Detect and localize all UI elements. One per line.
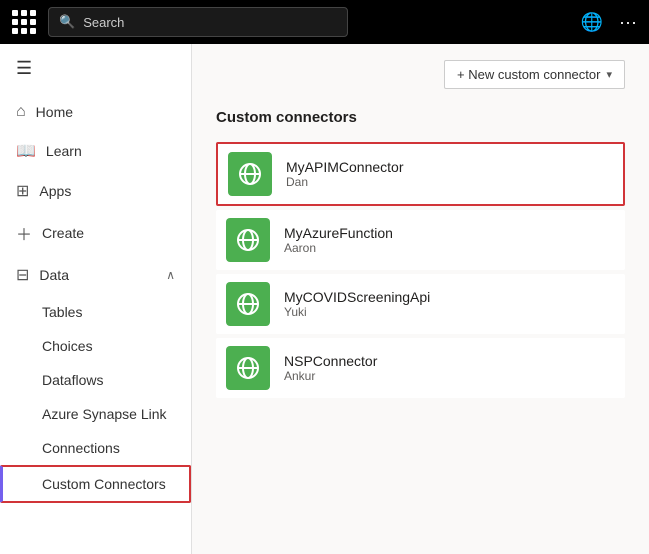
sidebar-item-learn-label: Learn [46,143,82,159]
sidebar-item-create[interactable]: ＋ Create [0,211,191,255]
tables-label: Tables [42,304,82,320]
nsp-connector-name: NSPConnector [284,353,377,369]
new-connector-chevron-icon: ▾ [606,68,612,81]
sidebar-sub-item-choices[interactable]: Choices [0,329,191,363]
globe-icon[interactable]: 🌐 [581,12,603,33]
sidebar-item-home[interactable]: ⌂ Home [0,93,191,131]
myapim-connector-name: MyAPIMConnector [286,159,403,175]
data-chevron-icon: ∧ [166,268,175,282]
connector-item-mycovid[interactable]: MyCOVIDScreeningApi Yuki [216,274,625,334]
mycovid-connector-author: Yuki [284,305,430,319]
mycovid-connector-info: MyCOVIDScreeningApi Yuki [284,289,430,319]
apps-icon: ⊞ [16,181,29,201]
topbar-right: 🌐 ··· [581,12,637,33]
choices-label: Choices [42,338,93,354]
sidebar: ☰ ⌂ Home 📖 Learn ⊞ Apps ＋ Create ⊟ Data … [0,44,192,554]
nsp-connector-info: NSPConnector Ankur [284,353,377,383]
search-bar[interactable]: 🔍 [48,7,348,37]
myapim-connector-author: Dan [286,175,403,189]
content-topbar: + New custom connector ▾ [216,60,625,89]
sidebar-sub-item-tables[interactable]: Tables [0,295,191,329]
sidebar-sub-item-dataflows[interactable]: Dataflows [0,363,191,397]
home-icon: ⌂ [16,103,26,121]
myazure-connector-icon [226,218,270,262]
section-title: Custom connectors [216,109,625,126]
sidebar-item-apps[interactable]: ⊞ Apps [0,171,191,211]
myazure-connector-info: MyAzureFunction Aaron [284,225,393,255]
create-icon: ＋ [16,221,32,245]
nsp-connector-icon [226,346,270,390]
new-connector-label: + New custom connector [457,67,600,82]
connector-list: MyAPIMConnector Dan MyAzureFunction Aaro… [216,142,625,398]
main-layout: ☰ ⌂ Home 📖 Learn ⊞ Apps ＋ Create ⊟ Data … [0,44,649,554]
connector-item-nsp[interactable]: NSPConnector Ankur [216,338,625,398]
myazure-connector-name: MyAzureFunction [284,225,393,241]
myazure-connector-author: Aaron [284,241,393,255]
learn-icon: 📖 [16,141,36,161]
myapim-connector-icon [228,152,272,196]
connector-item-myazure[interactable]: MyAzureFunction Aaron [216,210,625,270]
sidebar-sub-item-azure-synapse[interactable]: Azure Synapse Link [0,397,191,431]
hamburger-menu[interactable]: ☰ [0,44,191,93]
mycovid-connector-name: MyCOVIDScreeningApi [284,289,430,305]
custom-connectors-label: Custom Connectors [42,476,166,492]
more-options-icon[interactable]: ··· [619,12,637,33]
search-input[interactable] [83,15,337,30]
sidebar-sub-item-connections[interactable]: Connections [0,431,191,465]
myapim-connector-info: MyAPIMConnector Dan [286,159,403,189]
content-area: + New custom connector ▾ Custom connecto… [192,44,649,554]
sidebar-item-data-label: Data [39,267,69,283]
data-icon: ⊟ [16,265,29,285]
sidebar-item-home-label: Home [36,104,73,120]
connector-item-myapim[interactable]: MyAPIMConnector Dan [216,142,625,206]
nsp-connector-author: Ankur [284,369,377,383]
dataflows-label: Dataflows [42,372,103,388]
sidebar-item-data[interactable]: ⊟ Data ∧ [0,255,191,295]
data-sub-items: Tables Choices Dataflows Azure Synapse L… [0,295,191,503]
connections-label: Connections [42,440,120,456]
app-launcher-icon[interactable] [12,10,36,34]
sidebar-sub-item-custom-connectors[interactable]: Custom Connectors [0,465,191,503]
sidebar-item-apps-label: Apps [39,183,71,199]
new-custom-connector-button[interactable]: + New custom connector ▾ [444,60,625,89]
sidebar-item-learn[interactable]: 📖 Learn [0,131,191,171]
search-icon: 🔍 [59,14,75,30]
mycovid-connector-icon [226,282,270,326]
topbar: 🔍 🌐 ··· [0,0,649,44]
sidebar-item-create-label: Create [42,225,84,241]
azure-synapse-label: Azure Synapse Link [42,406,167,422]
